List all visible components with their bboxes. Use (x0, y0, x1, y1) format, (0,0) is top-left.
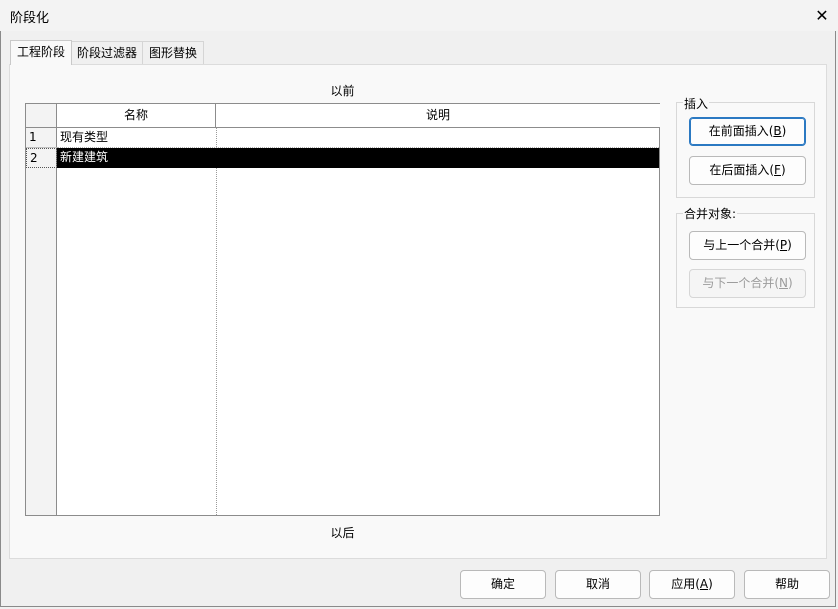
table-row[interactable]: 现有类型 (57, 128, 659, 148)
column-divider (216, 128, 217, 515)
corner-header (26, 104, 57, 128)
insert-group-label: 插入 (683, 95, 710, 112)
phase-name-cell[interactable]: 新建建筑 (60, 148, 108, 167)
phases-grid: 名称 说明 1 现有类型 2 新建建筑 (25, 103, 660, 516)
cancel-button[interactable]: 取消 (555, 570, 641, 599)
tab-phases[interactable]: 工程阶段 (10, 40, 73, 65)
column-header-name[interactable]: 名称 (57, 104, 216, 128)
merge-group-label: 合并对象: (683, 205, 738, 222)
ok-button[interactable]: 确定 (460, 570, 546, 599)
column-header-description[interactable]: 说明 (216, 104, 660, 128)
table-row-selected[interactable]: 新建建筑 (57, 148, 659, 168)
insert-after-button[interactable]: 在后面插入(F) (689, 156, 806, 185)
merge-with-next-button: 与下一个合并(N) (689, 269, 806, 298)
insert-before-button[interactable]: 在前面插入(B) (689, 117, 806, 146)
apply-button[interactable]: 应用(A) (649, 570, 735, 599)
phase-name-cell[interactable]: 现有类型 (60, 128, 108, 147)
tab-graphic-overrides[interactable]: 图形替换 (142, 41, 205, 64)
row-number[interactable]: 1 (26, 128, 57, 148)
help-button[interactable]: 帮助 (744, 570, 830, 599)
earlier-caption: 以前 (330, 84, 355, 98)
later-caption: 以后 (330, 526, 355, 540)
title-bar: 阶段化 ✕ (0, 0, 838, 31)
merge-with-previous-button[interactable]: 与上一个合并(P) (689, 231, 806, 260)
row-number[interactable]: 2 (26, 148, 57, 168)
tab-phase-filters[interactable]: 阶段过滤器 (70, 41, 145, 64)
close-icon[interactable]: ✕ (812, 6, 832, 26)
window-title: 阶段化 (10, 11, 50, 26)
